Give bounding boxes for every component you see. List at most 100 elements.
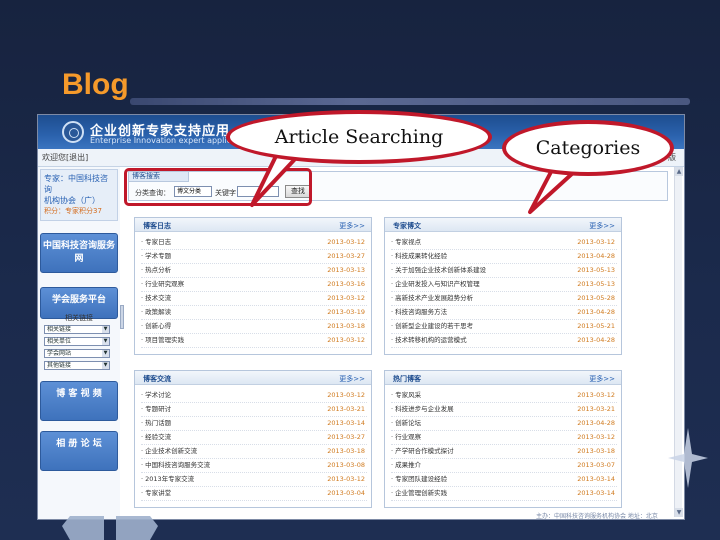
article-title-link[interactable]: · 科技进步与企业发展 [391, 403, 566, 416]
article-title-link[interactable]: · 创新论坛 [391, 417, 566, 430]
list-item[interactable]: · 专题研讨 2013-03-21 [141, 403, 367, 417]
content-panel: 热门博客 更多>> · 专家风采 2013-03-12 · 科技进步与企业发展 2013-… [384, 370, 622, 508]
panel-title: 博客交流 [143, 375, 171, 383]
article-title-link[interactable]: · 专家风采 [391, 389, 566, 402]
article-title-link[interactable]: · 企业管理创新实践 [391, 487, 566, 500]
article-title-link[interactable]: · 企业技术创新交流 [141, 445, 316, 458]
article-title-link[interactable]: · 行业研究观察 [141, 278, 316, 291]
links-select-1[interactable]: 相关链接 ▼ [44, 325, 110, 334]
list-item[interactable]: · 专家日志 2013-03-12 [141, 236, 367, 250]
article-title-link[interactable]: · 技术转移机构的运营模式 [391, 334, 566, 347]
scroll-down-icon[interactable]: ▼ [675, 508, 683, 517]
links-heading: 相关链接 [65, 314, 93, 322]
article-date: 2013-03-13 [327, 266, 365, 274]
chevron-down-icon: ▼ [102, 326, 109, 333]
list-item[interactable]: · 成果推介 2013-03-07 [391, 459, 617, 473]
article-date: 2013-03-12 [327, 391, 365, 399]
article-title-link[interactable]: · 科技成果转化经验 [391, 250, 566, 263]
article-date: 2013-03-12 [577, 238, 615, 246]
title-rule [130, 98, 690, 105]
content-panel: 博客日志 更多>> · 专家日志 2013-03-12 · 学术专题 2013-03-27… [134, 217, 372, 355]
list-item[interactable]: · 关于加强企业技术创新体系建设 2013-05-13 [391, 264, 617, 278]
article-date: 2013-03-14 [327, 419, 365, 427]
list-item[interactable]: · 政策解读 2013-03-19 [141, 306, 367, 320]
list-item[interactable]: · 企业技术创新交流 2013-03-18 [141, 445, 367, 459]
list-item[interactable]: · 产学研合作模式探讨 2013-03-18 [391, 445, 617, 459]
article-title-link[interactable]: · 项目管理实践 [141, 334, 316, 347]
article-title-link[interactable]: · 行业观察 [391, 431, 566, 444]
search-callout: Article Searching [226, 110, 492, 164]
list-item[interactable]: · 学术讨论 2013-03-12 [141, 389, 367, 403]
article-title-link[interactable]: · 中国科技咨询服务交流 [141, 459, 316, 472]
list-item[interactable]: · 创新论坛 2013-04-28 [391, 417, 617, 431]
article-date: 2013-03-18 [577, 447, 615, 455]
article-title-link[interactable]: · 专家团队建设经验 [391, 473, 566, 486]
sidebar-button-blog-video[interactable]: 博 客 视 频 [40, 381, 118, 421]
article-title-link[interactable]: · 专家视点 [391, 236, 566, 249]
article-title-link[interactable]: · 政策解读 [141, 306, 316, 319]
article-date: 2013-04-28 [577, 336, 615, 344]
links-select-3[interactable]: 学会网站 ▼ [44, 349, 110, 358]
more-link[interactable]: 更多>> [339, 374, 365, 384]
list-item[interactable]: · 高新技术产业发展趋势分析 2013-05-28 [391, 292, 617, 306]
article-title-link[interactable]: · 高新技术产业发展趋势分析 [391, 292, 566, 305]
seal-icon [62, 121, 84, 143]
list-item[interactable]: · 创新心得 2013-03-18 [141, 320, 367, 334]
scroll-up-icon[interactable]: ▲ [675, 167, 683, 176]
article-title-link[interactable]: · 学术专题 [141, 250, 316, 263]
article-title-link[interactable]: · 关于加强企业技术创新体系建设 [391, 264, 566, 277]
article-title-link[interactable]: · 专家日志 [141, 236, 316, 249]
list-item[interactable]: · 行业研究观察 2013-03-16 [141, 278, 367, 292]
list-item[interactable]: · 专家讲堂 2013-03-04 [141, 487, 367, 501]
links-select-2[interactable]: 相关单位 ▼ [44, 337, 110, 346]
list-item[interactable]: · 科技咨询服务方法 2013-04-28 [391, 306, 617, 320]
article-title-link[interactable]: · 2013年专家交流 [141, 473, 316, 486]
list-item[interactable]: · 技术转移机构的运营模式 2013-04-28 [391, 334, 617, 348]
list-item[interactable]: · 科技成果转化经验 2013-04-28 [391, 250, 617, 264]
footer-text: 主办：中国科技咨询服务机构协会 地址：北京 [536, 513, 658, 520]
sidebar-button-album-forum[interactable]: 相 册 论 坛 [40, 431, 118, 471]
user-name[interactable]: 专家：中国科技咨询 [44, 173, 114, 195]
user-org: 机构协会（广） [44, 196, 100, 205]
article-title-link[interactable]: · 创新型企业建设的若干思考 [391, 320, 566, 333]
list-item[interactable]: · 行业观察 2013-03-12 [391, 431, 617, 445]
links-select-4[interactable]: 其他链接 ▼ [44, 361, 110, 370]
more-link[interactable]: 更多>> [589, 374, 615, 384]
list-item[interactable]: · 中国科技咨询服务交流 2013-03-08 [141, 459, 367, 473]
list-item[interactable]: · 技术交流 2013-03-12 [141, 292, 367, 306]
article-title-link[interactable]: · 经验交流 [141, 431, 316, 444]
welcome-logout-link[interactable]: 欢迎您[退出] [42, 152, 88, 163]
sparkle-icon [668, 428, 708, 488]
sidebar-button-consult[interactable]: 中国科技咨询服务网 [40, 233, 118, 273]
list-item[interactable]: · 学术专题 2013-03-27 [141, 250, 367, 264]
article-title-link[interactable]: · 成果推介 [391, 459, 566, 472]
list-item[interactable]: · 专家风采 2013-03-12 [391, 389, 617, 403]
list-item[interactable]: · 科技进步与企业发展 2013-03-21 [391, 403, 617, 417]
more-link[interactable]: 更多>> [339, 221, 365, 231]
list-item[interactable]: · 企业研发投入与知识产权管理 2013-05-13 [391, 278, 617, 292]
article-title-link[interactable]: · 技术交流 [141, 292, 316, 305]
article-title-link[interactable]: · 创新心得 [141, 320, 316, 333]
article-date: 2013-03-21 [577, 405, 615, 413]
article-title-link[interactable]: · 科技咨询服务方法 [391, 306, 566, 319]
article-date: 2013-04-28 [577, 419, 615, 427]
list-item[interactable]: · 企业管理创新实践 2013-03-14 [391, 487, 617, 501]
list-item[interactable]: · 热门话题 2013-03-14 [141, 417, 367, 431]
list-item[interactable]: · 项目管理实践 2013-03-12 [141, 334, 367, 348]
article-title-link[interactable]: · 专题研讨 [141, 403, 316, 416]
list-item[interactable]: · 2013年专家交流 2013-03-12 [141, 473, 367, 487]
article-title-link[interactable]: · 产学研合作模式探讨 [391, 445, 566, 458]
article-title-link[interactable]: · 热点分析 [141, 264, 316, 277]
article-title-link[interactable]: · 企业研发投入与知识产权管理 [391, 278, 566, 291]
list-item[interactable]: · 经验交流 2013-03-27 [141, 431, 367, 445]
list-item[interactable]: · 创新型企业建设的若干思考 2013-05-21 [391, 320, 617, 334]
article-title-link[interactable]: · 学术讨论 [141, 389, 316, 402]
more-link[interactable]: 更多>> [589, 221, 615, 231]
list-item[interactable]: · 专家团队建设经验 2013-03-14 [391, 473, 617, 487]
article-title-link[interactable]: · 专家讲堂 [141, 487, 316, 500]
article-date: 2013-03-14 [577, 489, 615, 497]
list-item[interactable]: · 热点分析 2013-03-13 [141, 264, 367, 278]
sidebar-collapse-handle[interactable] [120, 305, 124, 329]
list-item[interactable]: · 专家视点 2013-03-12 [391, 236, 617, 250]
article-title-link[interactable]: · 热门话题 [141, 417, 316, 430]
